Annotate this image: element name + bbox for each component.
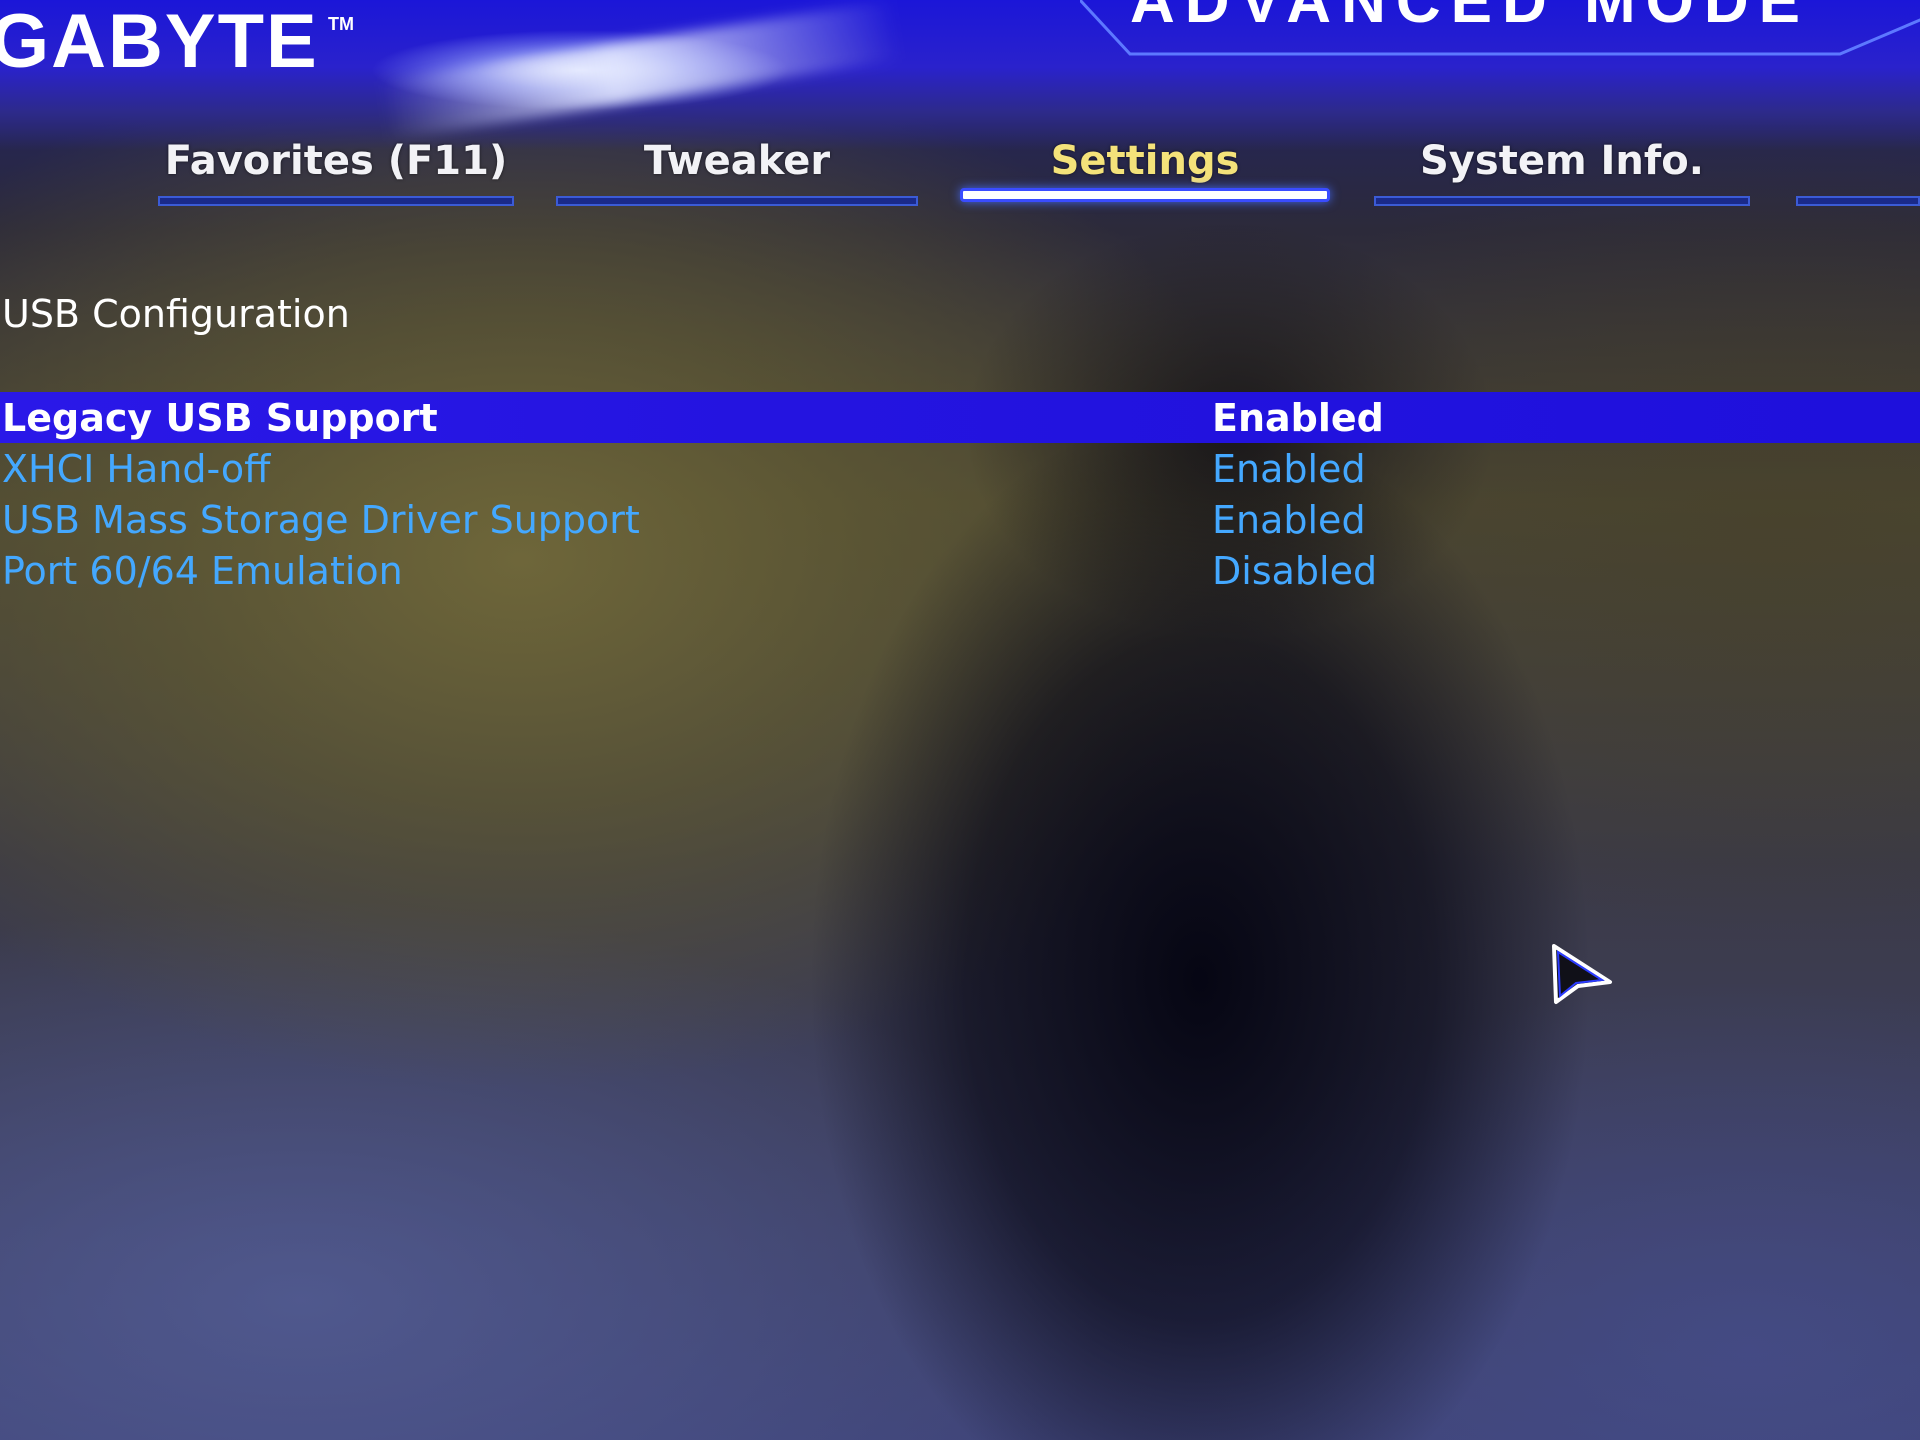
mouse-pointer-icon [1552,944,1612,1004]
setting-label: USB Mass Storage Driver Support [2,498,640,542]
setting-row-legacy-usb-support[interactable]: Legacy USB Support Enabled [0,392,1920,443]
tab-system-info[interactable]: System Info. [1374,138,1750,208]
setting-row-port-60-64-emulation[interactable]: Port 60/64 Emulation Disabled [0,545,1920,596]
tab-tweaker-label: Tweaker [643,138,831,184]
header-banner: GABYTE TM ADVANCED MODE [0,0,1920,150]
tab-favorites-underline [158,196,514,206]
tab-system-info-underline [1374,196,1750,206]
settings-list: Legacy USB Support Enabled XHCI Hand-off… [0,392,1920,596]
bios-screen: GABYTE TM ADVANCED MODE Favorites (F11) … [0,0,1920,1440]
tab-favorites-label: Favorites (F11) [164,138,508,184]
tab-next-underline [1796,196,1920,206]
brand-logo: GABYTE [0,0,319,84]
tab-settings-label: Settings [1050,138,1240,184]
setting-label: XHCI Hand-off [2,447,271,491]
tab-tweaker-underline [556,196,918,206]
tab-system-info-label: System Info. [1420,138,1704,184]
setting-row-usb-mass-storage-driver-support[interactable]: USB Mass Storage Driver Support Enabled [0,494,1920,545]
trademark-mark: TM [328,14,354,34]
tab-favorites[interactable]: Favorites (F11) [158,138,514,208]
tab-settings-underline [960,188,1330,202]
tab-settings[interactable]: Settings [960,138,1330,208]
tab-next[interactable] [1796,138,1920,208]
setting-value[interactable]: Enabled [1212,447,1366,491]
setting-value[interactable]: Enabled [1212,498,1366,542]
setting-row-xhci-hand-off[interactable]: XHCI Hand-off Enabled [0,443,1920,494]
section-title: USB Configuration [2,292,350,336]
setting-value[interactable]: Enabled [1212,396,1384,440]
setting-label: Legacy USB Support [2,396,438,440]
mode-title: ADVANCED MODE [1130,0,1810,36]
setting-value[interactable]: Disabled [1212,549,1377,593]
tab-tweaker[interactable]: Tweaker [556,138,918,208]
header-light-streak [378,0,902,141]
setting-label: Port 60/64 Emulation [2,549,403,593]
